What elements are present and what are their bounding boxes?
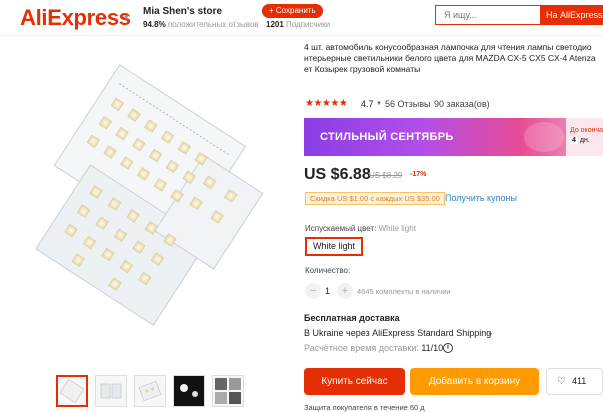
led-panel-illustration [35, 64, 264, 326]
delivery-time-label: Расчётное время доставки: [304, 343, 419, 353]
delivery-time: Расчётное время доставки: 11/10 [304, 343, 443, 353]
subscribers-count: 1201 [266, 20, 284, 29]
product-gallery [0, 36, 290, 411]
thumbnail-2[interactable] [95, 375, 127, 407]
shipping-method[interactable]: В Ukraine через AliExpress Standard Ship… [304, 328, 491, 338]
orders-count: 90 заказа(ов) [434, 99, 490, 109]
store-rating: 94.8% положительных отзывов [143, 20, 259, 29]
stock-count: 4645 комплекты в наличии [357, 287, 451, 296]
thumbnail-4[interactable] [173, 375, 205, 407]
quantity-value[interactable]: 1 [325, 286, 330, 296]
countdown-days: 4 дн. [570, 137, 590, 144]
main-product-image[interactable] [20, 64, 282, 340]
search-button[interactable]: На AliExpress [540, 5, 603, 25]
thumbnail-3[interactable] [134, 375, 166, 407]
quantity-increase-button[interactable]: + [337, 283, 353, 299]
product-title: 4 шт. автомобиль конусообразная лампочка… [304, 42, 596, 74]
promo-banner-title: СТИЛЬНЫЙ СЕНТЯБРЬ [320, 131, 454, 143]
color-option-label: Испускаемый цвет: White light [305, 224, 416, 233]
old-price: US $8.29 [369, 171, 403, 180]
rating-value[interactable]: 4.7 [361, 99, 374, 109]
thumbnail-image [59, 378, 85, 404]
discount-badge: -17% [410, 171, 427, 178]
get-coupons-link[interactable]: Получить купоны [445, 193, 517, 203]
rating-stars: ★★★★★ [305, 98, 348, 109]
quantity-decrease-button[interactable]: − [305, 283, 321, 299]
countdown-days-value: 4 [570, 137, 578, 144]
countdown-days-unit: дн. [579, 137, 590, 144]
decorative-bubble [524, 122, 564, 152]
store-rating-label: положительных отзывов [167, 20, 259, 29]
aliexpress-logo[interactable]: AliExpress [20, 5, 131, 31]
thumbnail-image [100, 383, 122, 399]
store-rating-percent: 94.8% [143, 20, 166, 29]
coupon-badge: Скидка US $1.00 с каждых US $35.00 [305, 192, 445, 205]
promo-banner[interactable]: СТИЛЬНЫЙ СЕНТЯБРЬ До оконча 4 дн. [304, 118, 603, 156]
thumbnail-image [215, 378, 241, 404]
variant-white-light[interactable]: White light [305, 237, 364, 256]
save-store-button[interactable]: + Сохранить [262, 4, 323, 18]
current-price: US $6.88 [304, 166, 371, 183]
subscribers: 1201 Подписчики [266, 20, 330, 29]
chevron-down-icon[interactable]: ⌄ [487, 328, 494, 337]
quantity-label: Количество: [305, 266, 351, 275]
wishlist-count: 411 [571, 376, 587, 386]
color-selected-value: White light [378, 224, 416, 233]
reviews-link[interactable]: 56 Отзывы [385, 99, 430, 109]
countdown-label: До оконча [570, 127, 603, 134]
delivery-time-value: 11/10 [421, 343, 444, 353]
thumbnail-image [138, 380, 162, 402]
wishlist-button[interactable]: ♡ 411 [546, 368, 603, 395]
info-icon[interactable]: i [443, 343, 453, 353]
shipping-title: Бесплатная доставка [304, 313, 400, 323]
heart-icon: ♡ [557, 376, 566, 387]
chevron-down-icon[interactable]: ▼ [376, 101, 382, 107]
add-to-cart-button[interactable]: Добавить в корзину [410, 368, 539, 395]
thumbnail-image [174, 376, 204, 406]
top-header: AliExpress ▾ Mia Shen's store 94.8% поло… [0, 0, 603, 36]
search-input[interactable] [435, 5, 540, 25]
buy-now-button[interactable]: Купить сейчас [304, 368, 405, 395]
store-name[interactable]: Mia Shen's store [143, 6, 222, 17]
thumbnail-1[interactable] [56, 375, 88, 407]
subscribers-label: Подписчики [286, 20, 331, 29]
color-label-text: Испускаемый цвет: [305, 224, 377, 233]
chevron-down-icon[interactable]: ▾ [124, 12, 129, 23]
thumbnail-5[interactable] [212, 375, 244, 407]
